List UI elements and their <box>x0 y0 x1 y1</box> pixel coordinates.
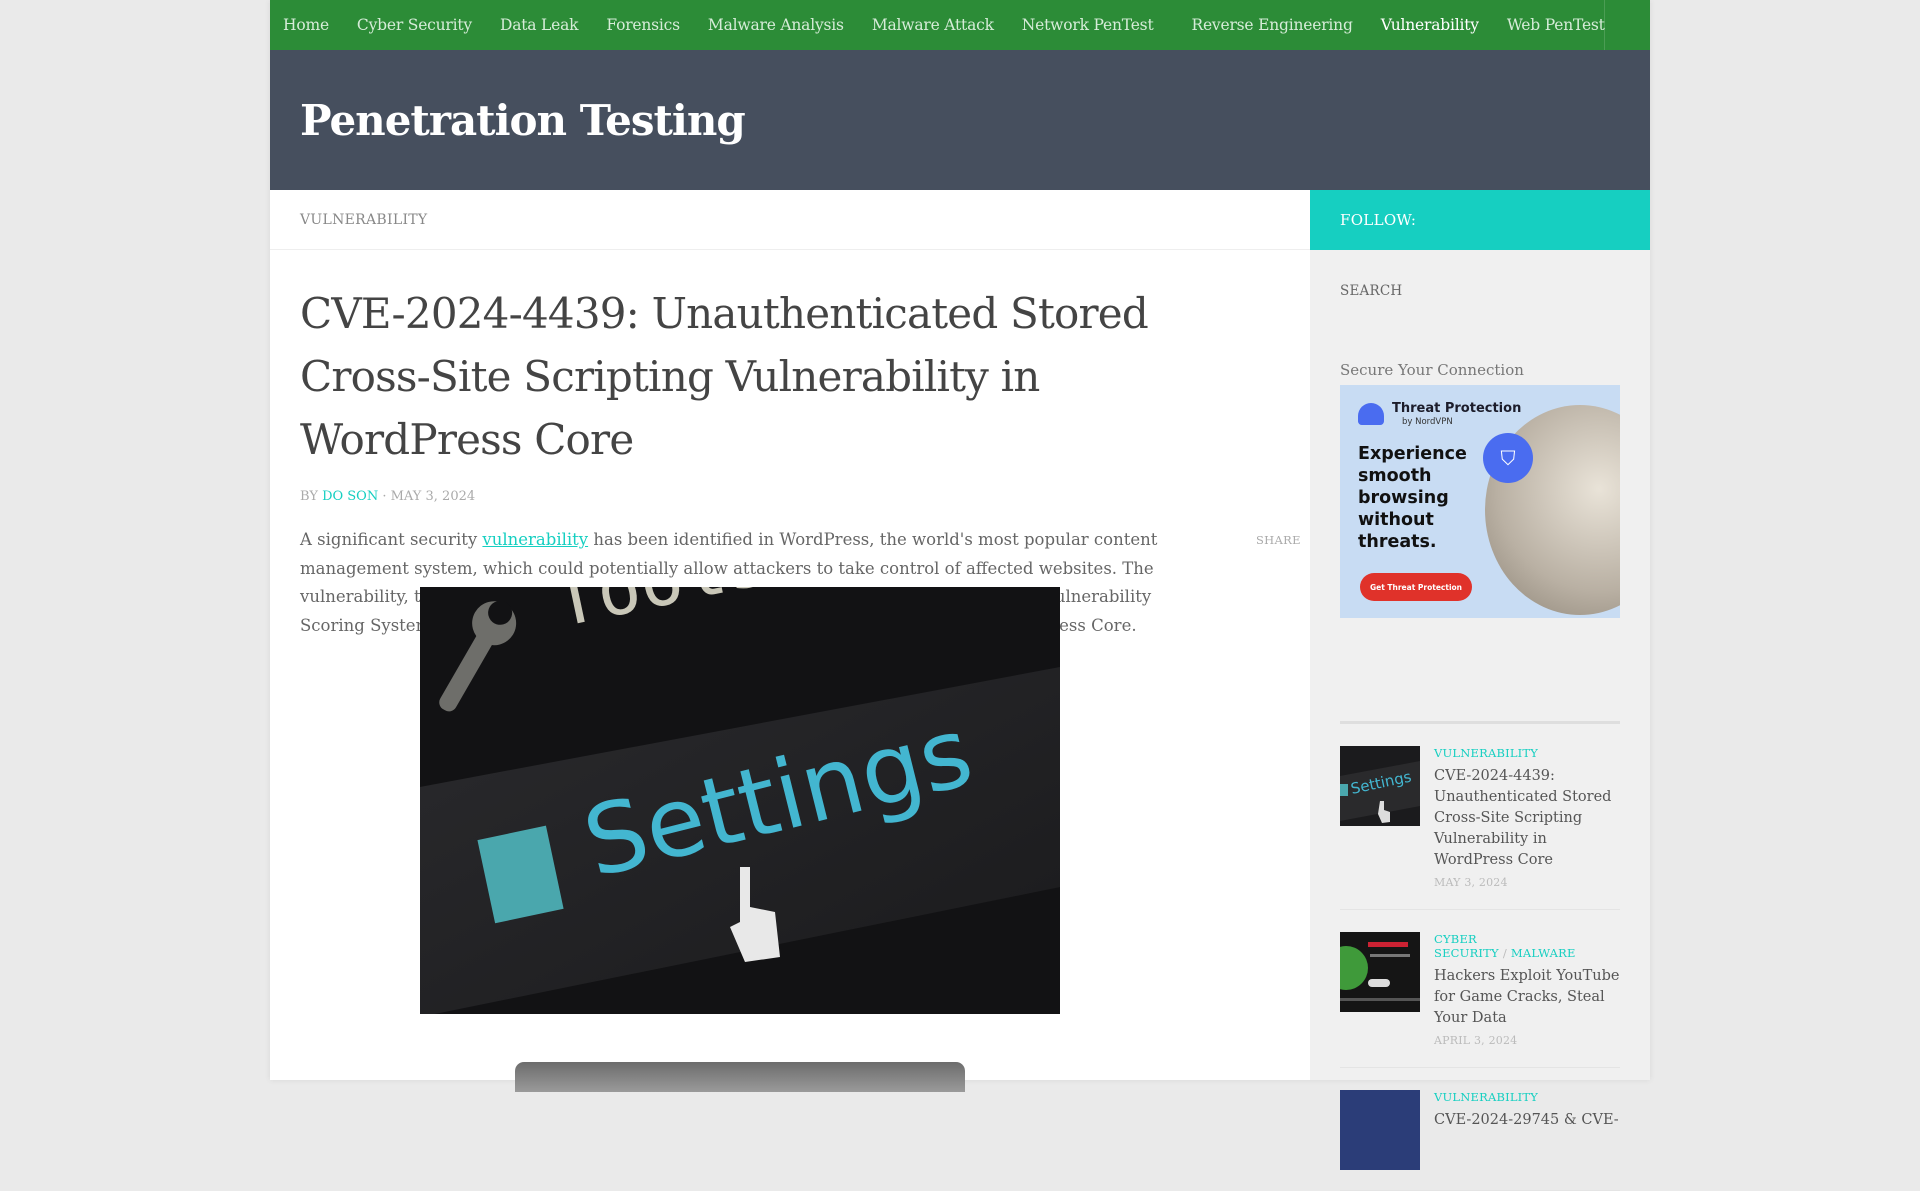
recent-post-item[interactable]: CYBER SECURITY / MALWARE Hackers Exploit Y… <box>1340 910 1620 1068</box>
recent-post-title[interactable]: CVE-2024-29745 & CVE- <box>1434 1110 1619 1131</box>
share-button[interactable]: SHARE <box>1256 526 1301 555</box>
embedded-video-player[interactable] <box>515 1062 965 1092</box>
nav-item-network-pentest[interactable]: Network PenTest <box>1022 16 1154 34</box>
text: A significant security <box>300 530 483 549</box>
main-content: VULNERABILITY CVE-2024-4439: Unauthentic… <box>270 190 1310 640</box>
recent-post-item[interactable]: VULNERABILITY CVE-2024-29745 & CVE- <box>1340 1068 1620 1191</box>
post-date: MAY 3, 2024 <box>390 489 476 504</box>
site-title[interactable]: Penetration Testing <box>300 96 746 145</box>
nav-item-malware-attack[interactable]: Malware Attack <box>872 16 994 34</box>
post-thumbnail[interactable]: Settings <box>1340 746 1420 826</box>
post-meta: BY DO SON · MAY 3, 2024 <box>300 489 1310 504</box>
sidebar: FOLLOW: SEARCH Secure Your Connection Th… <box>1310 190 1650 1191</box>
recent-post-body: VULNERABILITY CVE-2024-4439: Unauthentic… <box>1434 746 1620 889</box>
recent-post-body: VULNERABILITY CVE-2024-29745 & CVE- <box>1434 1090 1619 1170</box>
recent-post-date: APRIL 3, 2024 <box>1434 1034 1518 1047</box>
post-thumbnail[interactable] <box>1340 1090 1420 1170</box>
recent-post-body: CYBER SECURITY / MALWARE Hackers Exploit Y… <box>1434 932 1620 1047</box>
category-separator: / <box>1502 946 1507 960</box>
breadcrumb: VULNERABILITY <box>270 190 1310 250</box>
meta-separator: · <box>378 489 391 504</box>
breadcrumb-category[interactable]: VULNERABILITY <box>300 212 427 228</box>
category-link[interactable]: VULNERABILITY <box>1434 746 1538 760</box>
top-nav: Home Cyber Security Data Leak Forensics … <box>270 0 1650 50</box>
secure-widget-title: Secure Your Connection <box>1340 361 1524 379</box>
search-widget-title: SEARCH <box>1340 283 1403 299</box>
youtube-thumb-icon <box>1340 932 1420 1012</box>
site-header: Penetration Testing <box>270 50 1650 190</box>
category-link[interactable]: VULNERABILITY <box>1434 1090 1538 1104</box>
settings-thumb-icon: Settings <box>1340 746 1420 826</box>
recent-post-item[interactable]: Settings VULNERABILITY CVE-2024-4439: Un… <box>1340 724 1620 910</box>
recent-post-title[interactable]: Hackers Exploit YouTube for Game Cracks,… <box>1434 966 1620 1029</box>
recent-post-title[interactable]: CVE-2024-4439: Unauthenticated Stored Cr… <box>1434 766 1620 871</box>
recent-post-date: MAY 3, 2024 <box>1434 876 1508 889</box>
nav-item-web-pentest[interactable]: Web PenTest <box>1507 16 1605 34</box>
nav-item-home[interactable]: Home <box>283 16 329 34</box>
nav-menu-toggle[interactable] <box>1604 0 1650 50</box>
nav-item-reverse-engineering[interactable]: Reverse Engineering <box>1191 16 1352 34</box>
category-link[interactable]: CYBER SECURITY <box>1434 932 1499 960</box>
page-wrapper: Home Cyber Security Data Leak Forensics … <box>270 0 1650 1191</box>
shield-icon: ⛉ <box>1483 433 1533 483</box>
nordvpn-ad[interactable]: Threat Protection by NordVPN ⛉ Experienc… <box>1340 385 1620 618</box>
recent-posts: Settings VULNERABILITY CVE-2024-4439: Un… <box>1340 721 1620 1191</box>
nordvpn-logo-icon <box>1358 403 1384 425</box>
nav-item-cyber-security[interactable]: Cyber Security <box>357 16 472 34</box>
follow-bar: FOLLOW: <box>1310 190 1650 250</box>
nav-item-malware-analysis[interactable]: Malware Analysis <box>708 16 844 34</box>
post-title: CVE-2024-4439: Unauthenticated Stored Cr… <box>300 289 1149 464</box>
category-link[interactable]: MALWARE <box>1511 946 1576 960</box>
ad-brand-sub: by NordVPN <box>1402 417 1453 427</box>
nav-item-data-leak[interactable]: Data Leak <box>500 16 579 34</box>
settings-screen-illustration: Tools Settings <box>420 587 1060 1014</box>
nav-item-vulnerability[interactable]: Vulnerability <box>1381 16 1479 34</box>
nav-item-forensics[interactable]: Forensics <box>606 16 680 34</box>
ad-brand: Threat Protection <box>1392 401 1522 416</box>
recent-post-category: VULNERABILITY <box>1434 746 1620 760</box>
author-link[interactable]: DO SON <box>322 489 378 504</box>
recent-post-category: CYBER SECURITY / MALWARE <box>1434 932 1620 960</box>
recent-post-category: VULNERABILITY <box>1434 1090 1619 1104</box>
post-thumbnail[interactable] <box>1340 932 1420 1012</box>
vulnerability-link[interactable]: vulnerability <box>482 530 588 549</box>
hero-image: Tools Settings <box>420 587 1060 1014</box>
ad-headline: Experience smooth browsing without threa… <box>1358 444 1467 552</box>
ad-cta-button[interactable]: Get Threat Protection <box>1360 573 1472 601</box>
meta-by: BY <box>300 489 318 504</box>
